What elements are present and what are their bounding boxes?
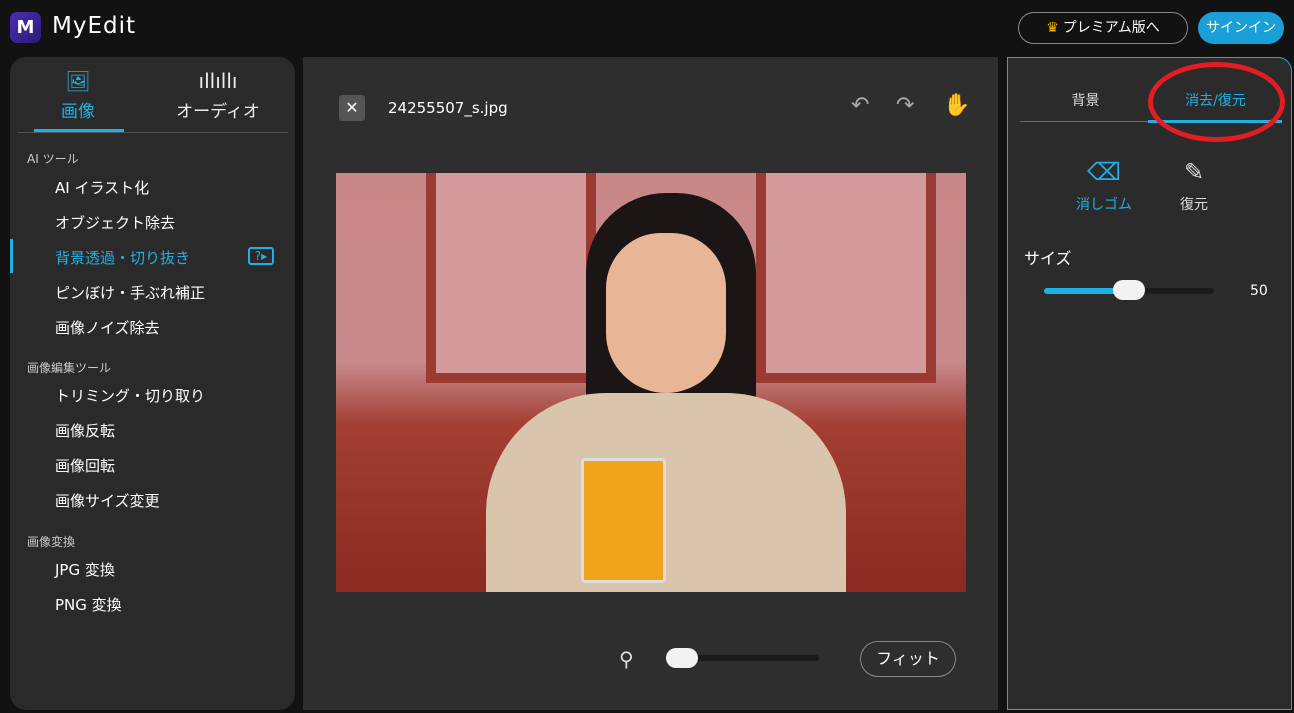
sidebar-item[interactable]: 画像サイズ変更 xyxy=(55,490,160,511)
image-icon: 🖼 xyxy=(65,69,91,93)
subject-body xyxy=(486,393,846,592)
eraser-mode-button[interactable]: ⌫ 消しゴム xyxy=(1064,158,1144,214)
sidebar-item-active[interactable]: 背景透過・切り抜き xyxy=(55,247,190,268)
sidebar-item[interactable]: オブジェクト除去 xyxy=(55,212,175,233)
sidebar-item[interactable]: ピンぼけ・手ぶれ補正 xyxy=(55,282,205,303)
window-bg xyxy=(426,173,596,383)
right-panel: 背景 消去/復元 ⌫ 消しゴム ✎ 復元 サイズ 50 xyxy=(1007,57,1292,710)
hand-pan-icon[interactable]: ✋ xyxy=(943,93,970,118)
sidebar-item[interactable]: PNG 変換 xyxy=(55,594,122,615)
undo-icon[interactable]: ↶ xyxy=(851,93,869,118)
tab-audio[interactable]: ıllıllı オーディオ xyxy=(158,69,278,122)
audio-wave-icon: ıllıllı xyxy=(198,69,238,93)
subject-face xyxy=(606,233,726,393)
premium-button[interactable]: ♛ プレミアム版へ xyxy=(1018,12,1188,44)
size-slider-knob[interactable] xyxy=(1113,280,1145,300)
eraser-icon: ⌫ xyxy=(1087,158,1121,186)
size-value: 50 xyxy=(1250,283,1268,299)
brush-icon: ✎ xyxy=(1183,158,1205,186)
highlight-annotation-ring xyxy=(1148,62,1285,142)
top-bar: M MyEdit ♛ プレミアム版へ サインイン xyxy=(0,0,1294,55)
tab-label: 画像 xyxy=(61,102,95,122)
sidebar-item[interactable]: トリミング・切り取り xyxy=(55,385,205,406)
brand-name: MyEdit xyxy=(52,13,136,39)
active-indicator xyxy=(10,239,13,273)
sidebar-item[interactable]: JPG 変換 xyxy=(55,559,115,580)
sidebar-item[interactable]: AI イラスト化 xyxy=(55,177,149,198)
juice-glass xyxy=(581,458,666,583)
redo-icon[interactable]: ↷ xyxy=(896,93,914,118)
premium-label: プレミアム版へ xyxy=(1062,20,1160,36)
crown-icon: ♛ xyxy=(1046,20,1059,36)
sidebar-item[interactable]: 画像ノイズ除去 xyxy=(55,317,160,338)
tab-background[interactable]: 背景 xyxy=(1023,90,1148,110)
section-title: 画像変換 xyxy=(27,535,76,549)
media-tabs: 🖼 画像 ıllıllı オーディオ xyxy=(18,57,288,133)
close-file-button[interactable]: ✕ xyxy=(339,95,365,121)
sidebar-item[interactable]: 画像反転 xyxy=(55,420,115,441)
size-label: サイズ xyxy=(1024,249,1072,268)
section-title: 画像編集ツール xyxy=(27,361,112,375)
editor-canvas-area: ✕ 24255507_s.jpg ↶ ↷ ✋ ⚲ フィット xyxy=(303,57,998,710)
mode-label: 復元 xyxy=(1180,197,1208,213)
zoom-icon: ⚲ xyxy=(619,647,634,671)
help-video-icon[interactable]: ?▸ xyxy=(248,247,274,265)
image-preview[interactable] xyxy=(336,173,966,592)
tab-label: オーディオ xyxy=(176,102,260,122)
mode-label: 消しゴム xyxy=(1076,197,1132,213)
sidebar-item[interactable]: 画像回転 xyxy=(55,455,115,476)
restore-mode-button[interactable]: ✎ 復元 xyxy=(1154,158,1234,214)
tab-image[interactable]: 🖼 画像 xyxy=(18,69,138,132)
file-name: 24255507_s.jpg xyxy=(388,99,508,117)
section-title: AI ツール xyxy=(27,152,79,166)
signin-button[interactable]: サインイン xyxy=(1198,12,1284,44)
fit-button[interactable]: フィット xyxy=(860,641,956,677)
myedit-logo[interactable]: M xyxy=(10,12,41,43)
left-sidebar: 🖼 画像 ıllıllı オーディオ AI ツール AI イラスト化 オブジェクト除… xyxy=(10,57,295,710)
zoom-slider-knob[interactable] xyxy=(666,648,698,668)
window-bg xyxy=(756,173,936,383)
